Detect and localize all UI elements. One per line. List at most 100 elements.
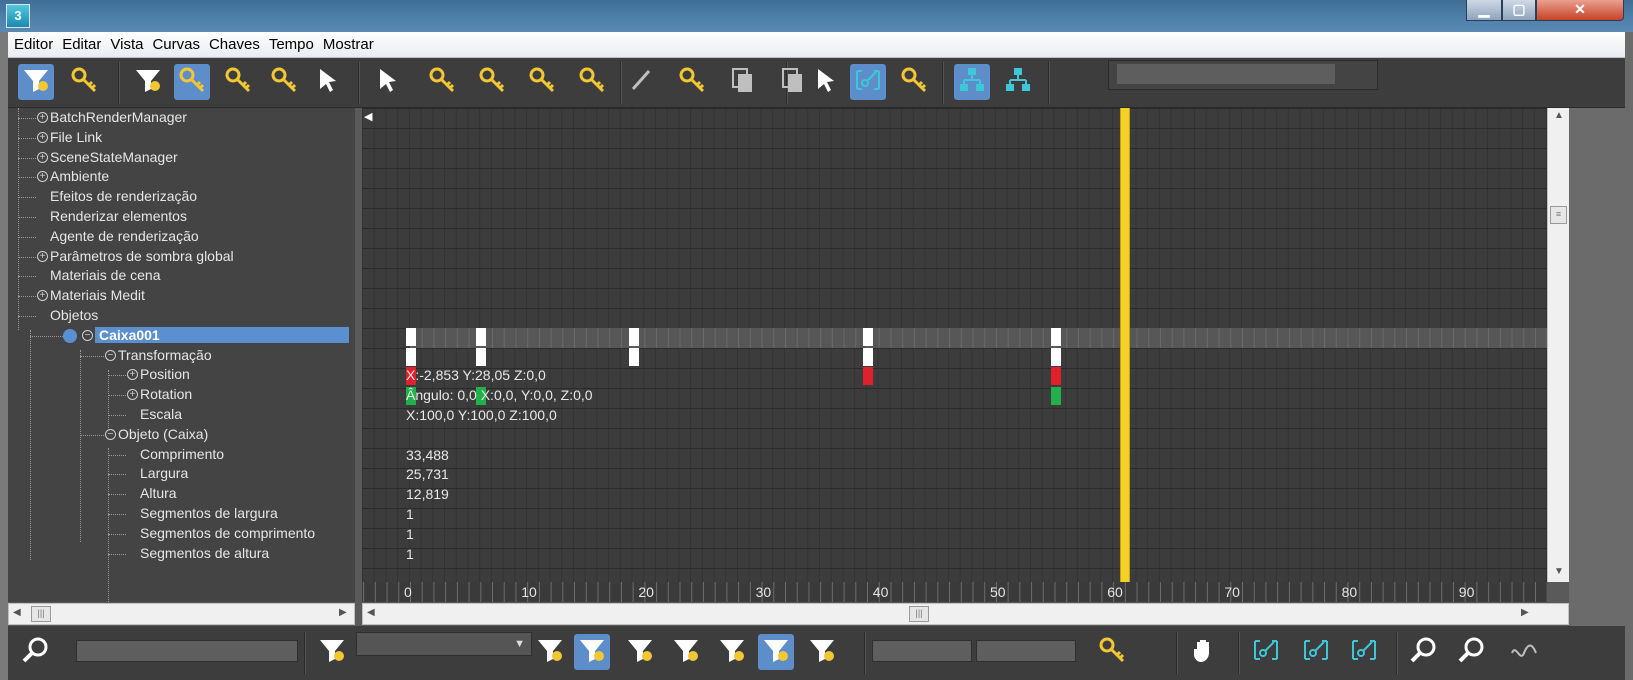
frame-horizontal-button[interactable] xyxy=(1248,634,1284,670)
filter-button[interactable] xyxy=(532,634,568,670)
scroll-up-icon[interactable]: ▲ xyxy=(1554,110,1564,121)
expand-toggle-icon[interactable]: − xyxy=(105,428,116,440)
tree-item[interactable]: − Objeto (Caixa) xyxy=(8,425,355,445)
search-field[interactable] xyxy=(76,640,298,662)
scroll-right-icon[interactable]: ▶ xyxy=(1521,607,1529,618)
key-marker[interactable] xyxy=(1050,347,1061,366)
key-marker[interactable] xyxy=(476,347,487,366)
controller-tree[interactable]: + BatchRenderManager + File Link + SceneState… xyxy=(8,108,355,602)
scroll-right-icon[interactable]: ▶ xyxy=(339,607,347,618)
tree-item[interactable]: Efeitos de renderização xyxy=(8,187,355,207)
tree-item[interactable]: Altura xyxy=(8,484,355,504)
title-bar[interactable]: 3 ▁ ▢ ✕ xyxy=(0,0,1633,32)
filter-edit-button[interactable] xyxy=(314,634,350,670)
hierarchy-button[interactable] xyxy=(954,64,990,100)
tree-item[interactable]: + Ambiente xyxy=(8,167,355,187)
scroll-thumb[interactable]: ||| xyxy=(31,606,51,622)
filter-visible-button[interactable] xyxy=(714,634,750,670)
time-slider[interactable] xyxy=(1119,108,1130,582)
dope-horizontal-scrollbar[interactable]: ◀ ||| ▶ xyxy=(362,603,1569,625)
expand-toggle-icon[interactable]: + xyxy=(127,389,138,401)
zoom-selected-button[interactable] xyxy=(18,634,54,670)
dope-sheet[interactable]: ◀ X:-2,853 Y:28,05 Z:0,0 Ângulo: 0,0 X:0,… xyxy=(362,108,1547,582)
expand-toggle-icon[interactable]: − xyxy=(82,329,93,341)
filter-film-button[interactable] xyxy=(622,634,658,670)
key-marker[interactable] xyxy=(406,347,416,366)
menu-editar[interactable]: Editar xyxy=(62,36,101,53)
filter-layers-button[interactable] xyxy=(668,634,704,670)
tree-item[interactable]: + Position xyxy=(8,365,355,385)
pan-button[interactable] xyxy=(1186,634,1222,670)
scroll-thumb[interactable]: ≡ xyxy=(1550,206,1567,224)
tree-button[interactable] xyxy=(1000,64,1036,100)
filter-keyable-button[interactable] xyxy=(758,634,794,670)
tree-item[interactable]: Renderizar elementos xyxy=(8,207,355,227)
key-stats-button[interactable] xyxy=(1094,634,1130,670)
menu-mostrar[interactable]: Mostrar xyxy=(323,36,374,53)
key-marker[interactable] xyxy=(406,327,416,346)
filter-active-button[interactable] xyxy=(574,634,610,670)
delete-keys-button[interactable] xyxy=(424,64,460,100)
scroll-thumb[interactable]: ||| xyxy=(909,606,929,622)
tree-item[interactable]: − Transformação xyxy=(8,346,355,366)
menu-tempo[interactable]: Tempo xyxy=(269,36,314,53)
slide-keys-button[interactable] xyxy=(220,64,256,100)
minimize-button[interactable]: ▁ xyxy=(1466,0,1502,21)
frame-field[interactable] xyxy=(872,640,972,662)
expand-toggle-icon[interactable]: − xyxy=(105,349,116,361)
value-field[interactable] xyxy=(976,640,1076,662)
scroll-down-icon[interactable]: ▼ xyxy=(1554,566,1564,577)
snap-frames-button[interactable] xyxy=(850,64,886,100)
reduce-keys-button[interactable] xyxy=(674,64,710,100)
tree-item[interactable]: + SceneStateManager xyxy=(8,148,355,168)
app-icon[interactable]: 3 xyxy=(6,4,30,28)
lock-selection-button[interactable] xyxy=(808,64,844,100)
frame-values-button[interactable] xyxy=(1298,634,1334,670)
filter-lock-button[interactable] xyxy=(804,634,840,670)
tree-item[interactable]: + BatchRenderManager xyxy=(8,108,355,128)
tree-item[interactable]: Comprimento xyxy=(8,445,355,465)
key-marker[interactable] xyxy=(1050,327,1061,346)
key-marker[interactable] xyxy=(863,347,874,366)
menu-vista[interactable]: Vista xyxy=(110,36,143,53)
scale-keys-button[interactable] xyxy=(66,64,102,100)
filter-keys-button[interactable] xyxy=(18,64,54,100)
tree-item[interactable]: Materiais de cena xyxy=(8,266,355,286)
collapse-arrow-icon[interactable]: ◀ xyxy=(364,110,372,123)
copy-track-button[interactable] xyxy=(724,64,760,100)
key-marker[interactable] xyxy=(628,327,639,346)
add-key-button[interactable] xyxy=(266,64,302,100)
filter-button[interactable] xyxy=(130,64,166,100)
tree-item[interactable]: + Materiais Medit xyxy=(8,286,355,306)
frame-range-button[interactable] xyxy=(1346,634,1382,670)
tree-item[interactable]: Agente de renderização xyxy=(8,227,355,247)
zoom-button[interactable] xyxy=(1406,634,1442,670)
menu-editor[interactable]: Editor xyxy=(14,36,53,53)
tree-item[interactable]: Largura xyxy=(8,464,355,484)
maximize-button[interactable]: ▢ xyxy=(1502,0,1536,21)
key-marker[interactable] xyxy=(628,347,639,366)
toolbar-input[interactable] xyxy=(1117,64,1335,84)
tree-item[interactable]: − Caixa001 xyxy=(8,326,355,346)
scroll-left-icon[interactable]: ◀ xyxy=(13,607,21,618)
filter-dropdown[interactable]: ▼ xyxy=(356,632,532,656)
close-button[interactable]: ✕ xyxy=(1536,0,1624,21)
rotation-key-marker[interactable] xyxy=(1050,387,1061,406)
isolate-curve-button[interactable] xyxy=(1506,634,1542,670)
tree-horizontal-scrollbar[interactable]: ◀ ||| ▶ xyxy=(8,603,355,625)
tree-item[interactable]: Objetos xyxy=(8,306,355,326)
vertical-scrollbar[interactable]: ▲ ≡ ▼ xyxy=(1547,108,1569,582)
time-ruler[interactable]: 0 10 20 30 40 50 60 70 80 90 xyxy=(362,582,1547,602)
position-key-marker[interactable] xyxy=(863,367,874,386)
paste-keys-button[interactable] xyxy=(574,64,610,100)
tree-item[interactable]: Escala xyxy=(8,405,355,425)
previous-key-button[interactable] xyxy=(474,64,510,100)
key-marker[interactable] xyxy=(863,327,874,346)
tree-item[interactable]: Segmentos de altura xyxy=(8,544,355,564)
expand-toggle-icon[interactable]: + xyxy=(37,290,48,302)
tree-item[interactable]: Segmentos de largura xyxy=(8,504,355,524)
copy-keys-button[interactable] xyxy=(524,64,560,100)
draw-curve-button[interactable] xyxy=(624,64,660,100)
menu-curvas[interactable]: Curvas xyxy=(152,36,200,53)
tree-item[interactable]: + File Link xyxy=(8,128,355,148)
